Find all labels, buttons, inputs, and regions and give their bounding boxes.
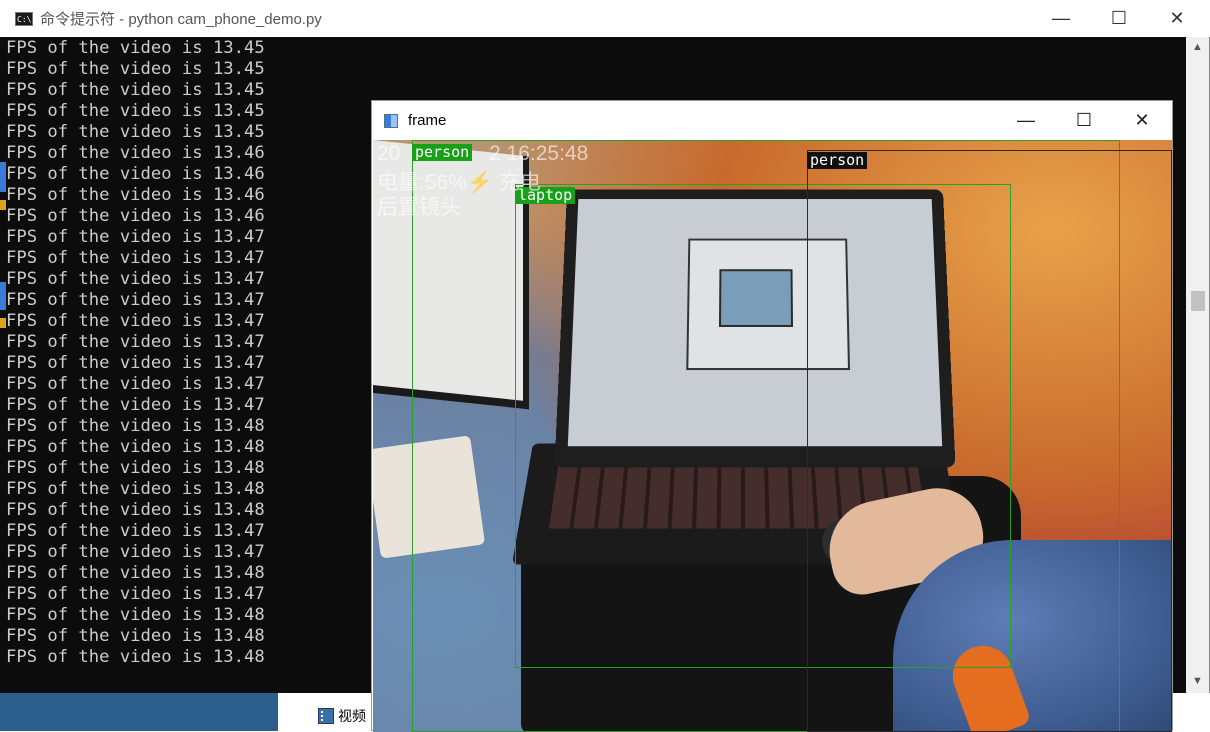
detection-box-person-2 [807,150,1172,732]
explorer-item-videos[interactable]: 视频 [318,706,366,726]
console-minimize-button[interactable]: — [1032,0,1090,37]
console-maximize-button[interactable]: ☐ [1090,0,1148,37]
image-window-icon [384,113,398,128]
scroll-up-arrow-icon[interactable]: ▲ [1186,37,1209,57]
detection-label-person-1: person [412,144,473,161]
detection-label-person-2: person [807,152,868,169]
overlay-camera: 后置镜头 [377,196,461,219]
console-line: FPS of the video is 13.45 [6,38,265,58]
console-scrollbar[interactable]: ▲ ▼ [1186,37,1209,693]
frame-title: frame [408,112,447,129]
video-folder-icon [318,708,334,724]
overlay-date-prefix: 20 [377,142,401,165]
console-line: FPS of the video is 13.45 [6,59,265,79]
console-titlebar[interactable]: C:\ 命令提示符 - python cam_phone_demo.py — ☐… [0,0,1210,37]
frame-minimize-button[interactable]: — [997,101,1055,140]
frame-titlebar[interactable]: frame — ☐ ✕ [372,101,1172,140]
cmd-icon: C:\ [15,11,33,26]
console-close-button[interactable]: ✕ [1148,0,1206,37]
desktop-strip [0,693,278,731]
frame-window[interactable]: frame — ☐ ✕ person laptop person 20 2 16… [371,100,1173,732]
window-edge-artifacts [0,92,6,372]
scroll-down-arrow-icon[interactable]: ▼ [1186,671,1209,691]
explorer-item-label: 视频 [338,708,366,724]
console-title: 命令提示符 - python cam_phone_demo.py [40,11,322,28]
console-line: FPS of the video is 13.45 [6,80,265,100]
frame-maximize-button[interactable]: ☐ [1055,101,1113,140]
overlay-time: 2 16:25:48 [489,142,589,165]
scroll-thumb[interactable] [1191,291,1205,311]
frame-close-button[interactable]: ✕ [1113,101,1171,140]
video-frame: person laptop person 20 2 16:25:48 电量:56… [373,140,1172,732]
